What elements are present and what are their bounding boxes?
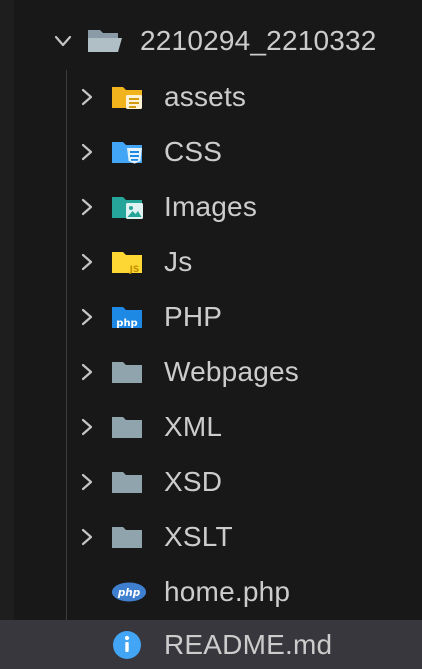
folder-icon [110, 356, 148, 388]
chevron-right-icon[interactable] [76, 196, 98, 218]
file-explorer: 2210294_2210332 assets CSS Images JS Js … [0, 0, 422, 669]
js-icon-text: JS [129, 265, 140, 275]
chevron-right-icon[interactable] [76, 361, 98, 383]
folder-name: Webpages [164, 356, 299, 387]
folder-css-icon [110, 136, 148, 168]
folder-assets-icon [110, 81, 148, 113]
tree-file-home-php[interactable]: php home.php [0, 565, 422, 619]
php-file-icon: php [110, 576, 148, 608]
chevron-right-icon[interactable] [76, 306, 98, 328]
folder-name: XML [164, 411, 223, 442]
tree-folder-images[interactable]: Images [0, 180, 422, 234]
folder-js-icon: JS [110, 246, 148, 278]
root-folder-name: 2210294_2210332 [140, 25, 377, 56]
folder-name: PHP [164, 301, 223, 332]
php-file-icon-text: php [117, 587, 141, 599]
folder-name: CSS [164, 136, 223, 167]
folder-name: assets [164, 81, 247, 112]
folder-open-icon [86, 25, 124, 57]
tree-folder-assets[interactable]: assets [0, 70, 422, 124]
folder-name: Images [164, 191, 258, 222]
tree-file-readme[interactable]: README.md [0, 620, 422, 669]
tree-folder-js[interactable]: JS Js [0, 235, 422, 289]
tree-folder-webpages[interactable]: Webpages [0, 345, 422, 399]
folder-images-icon [110, 191, 148, 223]
php-icon-text: php [116, 318, 137, 329]
folder-php-icon: php [110, 301, 148, 333]
file-name: home.php [164, 576, 291, 607]
file-name: README.md [164, 628, 333, 660]
info-icon [110, 629, 148, 661]
chevron-down-icon[interactable] [52, 30, 74, 52]
chevron-right-icon[interactable] [76, 251, 98, 273]
folder-name: Js [164, 246, 193, 277]
tree-root-folder[interactable]: 2210294_2210332 [0, 14, 422, 68]
folder-name: XSD [164, 466, 223, 497]
tree-folder-css[interactable]: CSS [0, 125, 422, 179]
folder-icon [110, 411, 148, 443]
chevron-right-icon[interactable] [76, 471, 98, 493]
folder-name: XSLT [164, 521, 233, 552]
tree-folder-xslt[interactable]: XSLT [0, 510, 422, 564]
chevron-right-icon[interactable] [76, 86, 98, 108]
chevron-right-icon[interactable] [76, 526, 98, 548]
chevron-right-icon[interactable] [76, 416, 98, 438]
tree-folder-xsd[interactable]: XSD [0, 455, 422, 509]
folder-icon [110, 466, 148, 498]
chevron-right-icon[interactable] [76, 141, 98, 163]
folder-icon [110, 521, 148, 553]
tree-folder-xml[interactable]: XML [0, 400, 422, 454]
tree-folder-php[interactable]: php PHP [0, 290, 422, 344]
